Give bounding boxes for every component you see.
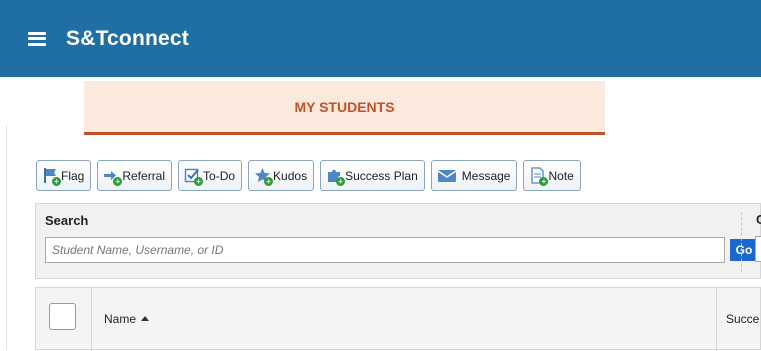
referral-button[interactable]: + Referral: [97, 160, 173, 191]
sort-ascending-icon: [141, 316, 150, 322]
filter-input-partial[interactable]: [755, 236, 761, 262]
column-header-name[interactable]: Name: [104, 312, 150, 326]
envelope-icon: [437, 167, 457, 184]
note-button[interactable]: + Note: [523, 160, 581, 191]
search-label: Search: [45, 213, 89, 228]
message-button-label: Message: [461, 168, 511, 183]
app-header: S&Tconnect: [0, 0, 761, 77]
checkbox-icon: +: [184, 167, 204, 186]
search-input[interactable]: [45, 237, 725, 263]
success-plan-button[interactable]: + Success Plan: [320, 160, 425, 191]
todo-button[interactable]: + To-Do: [178, 160, 243, 191]
action-toolbar: + Flag + Referral + To-Do + Kudos + Succ…: [36, 160, 581, 191]
flag-icon: +: [42, 167, 61, 186]
note-button-label: Note: [548, 168, 574, 183]
puzzle-icon: +: [326, 167, 346, 186]
left-divider: [6, 125, 7, 350]
tab-my-students[interactable]: MY STUDENTS: [84, 81, 605, 135]
column-header-success[interactable]: Succe: [726, 312, 759, 326]
kudos-button-label: Kudos: [273, 168, 308, 183]
flag-button-label: Flag: [61, 168, 85, 183]
success-plan-button-label: Success Plan: [345, 168, 418, 183]
column-separator: [716, 288, 717, 351]
table-header: Name Succe: [35, 287, 761, 351]
column-name-label: Name: [104, 312, 137, 326]
kudos-button[interactable]: + Kudos: [248, 160, 315, 191]
app-title[interactable]: S&Tconnect: [66, 27, 189, 51]
tab-label: MY STUDENTS: [294, 98, 395, 115]
select-all-cell: [36, 288, 92, 351]
search-panel: Search Go: [35, 203, 761, 279]
referral-button-label: Referral: [122, 168, 166, 183]
referral-icon: +: [103, 167, 123, 186]
flag-button[interactable]: + Flag: [36, 160, 92, 191]
go-button[interactable]: Go: [730, 239, 758, 261]
panel-divider: [741, 212, 742, 272]
star-icon: +: [254, 167, 274, 186]
select-all-checkbox[interactable]: [49, 303, 76, 330]
filter-label-partial: C: [756, 212, 761, 227]
hamburger-menu-icon[interactable]: [28, 31, 46, 46]
message-button[interactable]: Message: [430, 160, 518, 191]
todo-button-label: To-Do: [203, 168, 236, 183]
note-icon: +: [529, 167, 549, 186]
